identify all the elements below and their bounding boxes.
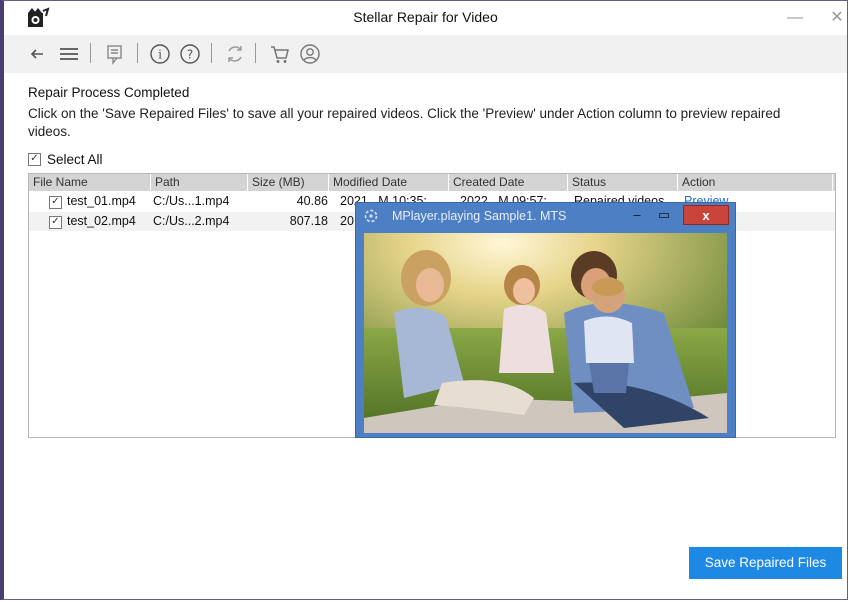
svg-text:?: ?: [187, 48, 193, 62]
player-title: MPlayer.playing Sample1. MTS: [392, 209, 567, 223]
column-header-path[interactable]: Path: [151, 174, 248, 191]
toolbar: i ?: [4, 35, 847, 73]
size-cell: 807.18: [289, 214, 328, 228]
column-header-status[interactable]: Status: [568, 174, 678, 191]
window-title: Stellar Repair for Video: [353, 9, 498, 25]
close-button[interactable]: ✕: [825, 7, 849, 29]
video-frame-family-photo: [364, 233, 727, 433]
cart-icon[interactable]: [269, 43, 291, 65]
toolbar-divider: [137, 43, 138, 63]
instructions-text: Click on the 'Save Repaired Files' to sa…: [28, 106, 781, 139]
minimize-button[interactable]: —: [783, 7, 807, 29]
player-maximize-button[interactable]: ▭: [653, 207, 675, 225]
page-title: Repair Process Completed: [28, 85, 190, 100]
toolbar-divider: [90, 43, 91, 63]
row-checkbox[interactable]: ✓: [49, 196, 62, 209]
save-repaired-files-button[interactable]: Save Repaired Files: [689, 547, 842, 579]
toolbar-divider: [211, 43, 212, 63]
mplayer-icon: [364, 209, 378, 223]
file-name-cell: test_02.mp4: [67, 214, 136, 228]
feedback-icon[interactable]: [104, 43, 126, 65]
account-icon[interactable]: [299, 43, 321, 65]
back-arrow-icon[interactable]: [26, 43, 48, 65]
app-window: Stellar Repair for Video — ✕ i ? Repair …: [0, 0, 848, 600]
size-cell: 40.86: [296, 194, 328, 208]
column-header-created-date[interactable]: Created Date: [449, 174, 568, 191]
column-header-file-name[interactable]: File Name: [29, 174, 151, 191]
player-close-button[interactable]: x: [683, 205, 729, 225]
toolbar-divider: [255, 43, 256, 63]
table-header: File Name Path Size (MB) Modified Date C…: [29, 174, 835, 191]
modified-date-cell: 20: [340, 214, 354, 228]
select-all-label: Select All: [47, 152, 103, 167]
update-icon[interactable]: [224, 43, 246, 65]
row-checkbox[interactable]: ✓: [49, 216, 62, 229]
select-all-checkbox[interactable]: ✓: [28, 153, 41, 166]
video-player-window[interactable]: MPlayer.playing Sample1. MTS – ▭ x: [355, 202, 736, 438]
file-name-cell: test_01.mp4: [67, 194, 136, 208]
info-icon[interactable]: i: [149, 43, 171, 65]
title-bar: Stellar Repair for Video — ✕: [4, 1, 847, 35]
path-cell: C:/Us...1.mp4: [153, 194, 230, 208]
path-cell: C:/Us...2.mp4: [153, 214, 230, 228]
column-header-size[interactable]: Size (MB): [248, 174, 329, 191]
hamburger-menu-icon[interactable]: [58, 43, 80, 65]
select-all-control[interactable]: ✓ Select All: [28, 152, 103, 167]
svg-text:i: i: [158, 48, 162, 62]
player-minimize-button[interactable]: –: [626, 207, 648, 225]
column-header-action[interactable]: Action: [678, 174, 833, 191]
help-icon[interactable]: ?: [179, 43, 201, 65]
column-header-modified-date[interactable]: Modified Date: [329, 174, 449, 191]
